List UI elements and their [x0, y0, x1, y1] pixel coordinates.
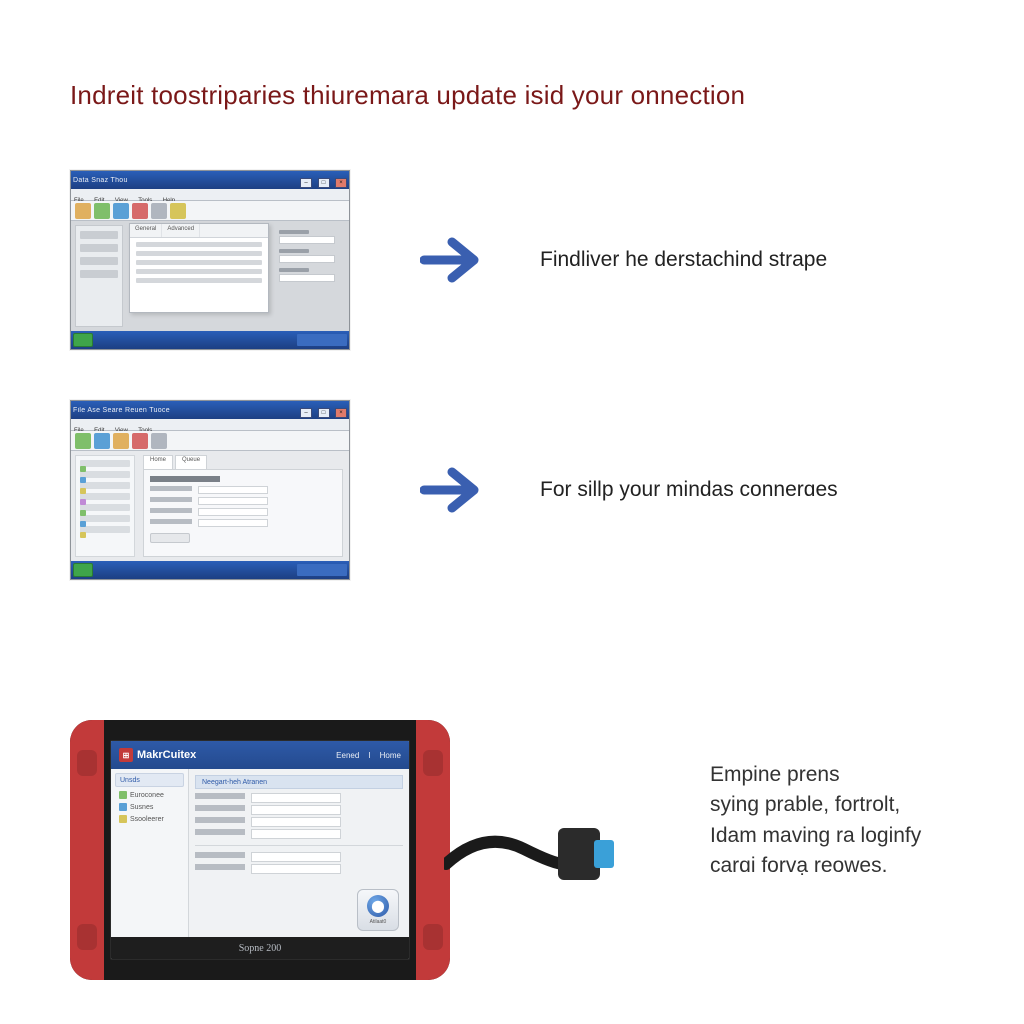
- dialog-tabs[interactable]: General Advanced: [130, 224, 268, 238]
- step-2: File Ase Seare Reuen Tuoce – □ × File Ed…: [70, 400, 838, 580]
- header-link[interactable]: Home: [380, 751, 401, 760]
- toolbar-icon[interactable]: [170, 203, 186, 219]
- text-input[interactable]: [198, 508, 268, 516]
- app-badge[interactable]: ⬤ Atilaat0: [357, 889, 399, 931]
- obd-connector-icon: [558, 828, 600, 880]
- step-1-text: Findliver he derstachind strape: [540, 248, 827, 272]
- text-input[interactable]: [251, 852, 341, 862]
- brand-logo-icon: ⊞: [119, 748, 133, 762]
- tab-strip[interactable]: Home Queue: [143, 455, 343, 469]
- start-button[interactable]: [73, 563, 93, 577]
- text-input[interactable]: [198, 497, 268, 505]
- maximize-icon[interactable]: □: [318, 178, 330, 188]
- step-2-text: For sillp your mindas connerɑes: [540, 478, 838, 502]
- header-links[interactable]: Eened I Home: [330, 749, 401, 761]
- toolbar: [71, 431, 349, 451]
- form-fields: [279, 225, 339, 282]
- pin-icon: ⬤: [367, 895, 389, 917]
- text-input[interactable]: [279, 274, 335, 282]
- window-titlebar: File Ase Seare Reuen Tuoce – □ ×: [71, 401, 349, 419]
- text-input[interactable]: [198, 519, 268, 527]
- system-tray[interactable]: [297, 564, 347, 576]
- section-header: Sebourticartiern: [150, 476, 220, 482]
- toolbar-icon[interactable]: [132, 433, 148, 449]
- tablet-footer: Sopne 200: [111, 937, 409, 959]
- screenshot-2: File Ase Seare Reuen Tuoce – □ × File Ed…: [70, 400, 350, 580]
- start-button[interactable]: [73, 333, 93, 347]
- dialog: General Advanced: [129, 223, 269, 313]
- tab[interactable]: Advanced: [162, 224, 200, 237]
- panel-header: Neegart-heh Atranen: [195, 775, 403, 789]
- tab[interactable]: Queue: [175, 455, 207, 469]
- text-input[interactable]: [251, 805, 341, 815]
- sidebar-item[interactable]: Susnes: [115, 801, 184, 813]
- form-area: Home Queue Sebourticartiern: [143, 455, 343, 557]
- menubar[interactable]: File Edit View Tools: [71, 419, 349, 431]
- toolbar-icon[interactable]: [75, 203, 91, 219]
- text-input[interactable]: [198, 486, 268, 494]
- brand-label: ⊞ MakrCuitex: [119, 748, 196, 762]
- text-input[interactable]: [251, 793, 341, 803]
- header-link[interactable]: Eened: [336, 751, 359, 760]
- text-input[interactable]: [279, 236, 335, 244]
- arrow-right-icon: [420, 462, 490, 518]
- minimize-icon[interactable]: –: [300, 178, 312, 188]
- toolbar-icon[interactable]: [151, 433, 167, 449]
- window-title: File Ase Seare Reuen Tuoce: [73, 407, 170, 414]
- step-3: ⊞ MakrCuitex Eened I Home Unsds Eurocone…: [70, 720, 450, 980]
- window-body: General Advanced: [71, 221, 349, 331]
- text-input[interactable]: [279, 255, 335, 263]
- system-tray[interactable]: [297, 334, 347, 346]
- toolbar-icon[interactable]: [94, 203, 110, 219]
- home-brand: Sopne 200: [239, 943, 282, 954]
- close-icon[interactable]: ×: [335, 178, 347, 188]
- sidebar-item[interactable]: Euroconee: [115, 789, 184, 801]
- window-body: Home Queue Sebourticartiern: [71, 451, 349, 561]
- sidebar-group[interactable]: Unsds: [115, 773, 184, 787]
- menubar[interactable]: File Edit View Tools Help: [71, 189, 349, 201]
- text-input[interactable]: [251, 817, 341, 827]
- toolbar-icon[interactable]: [75, 433, 91, 449]
- window-titlebar: Data Snaz Thou – □ ×: [71, 171, 349, 189]
- step-1: Data Snaz Thou – □ × File Edit View Tool…: [70, 170, 827, 350]
- diagnostic-tablet: ⊞ MakrCuitex Eened I Home Unsds Eurocone…: [70, 720, 450, 980]
- main-panel: Neegart-heh Atranen ⬤ Atilaat0: [189, 769, 409, 937]
- toolbar-icon[interactable]: [94, 433, 110, 449]
- toolbar-icon[interactable]: [113, 203, 129, 219]
- toolbar-icon[interactable]: [151, 203, 167, 219]
- step-3-text: Empine prens sying prable, fortrolt, Ida…: [710, 760, 1010, 882]
- taskbar: [71, 331, 349, 349]
- tablet-screen: ⊞ MakrCuitex Eened I Home Unsds Eurocone…: [110, 740, 410, 960]
- window-title: Data Snaz Thou: [73, 177, 128, 184]
- arrow-right-icon: [420, 232, 490, 288]
- close-icon[interactable]: ×: [335, 408, 347, 418]
- taskbar: [71, 561, 349, 579]
- tree-panel: [75, 455, 135, 557]
- text-input[interactable]: [251, 829, 341, 839]
- sidebar-item[interactable]: Ssooleerer: [115, 813, 184, 825]
- page-title: Indreit toostriparies thiuremara update …: [70, 80, 745, 111]
- header-link[interactable]: I: [368, 751, 370, 760]
- tab[interactable]: General: [130, 224, 162, 237]
- toolbar-icon[interactable]: [113, 433, 129, 449]
- toolbar: [71, 201, 349, 221]
- maximize-icon[interactable]: □: [318, 408, 330, 418]
- tab[interactable]: Home: [143, 455, 173, 469]
- minimize-icon[interactable]: –: [300, 408, 312, 418]
- toolbar-icon[interactable]: [132, 203, 148, 219]
- screenshot-1: Data Snaz Thou – □ × File Edit View Tool…: [70, 170, 350, 350]
- sidebar: Unsds Euroconee Susnes Ssooleerer: [111, 769, 189, 937]
- side-panel: [75, 225, 123, 327]
- text-input[interactable]: [251, 864, 341, 874]
- app-header: ⊞ MakrCuitex Eened I Home: [111, 741, 409, 769]
- submit-button[interactable]: [150, 533, 190, 543]
